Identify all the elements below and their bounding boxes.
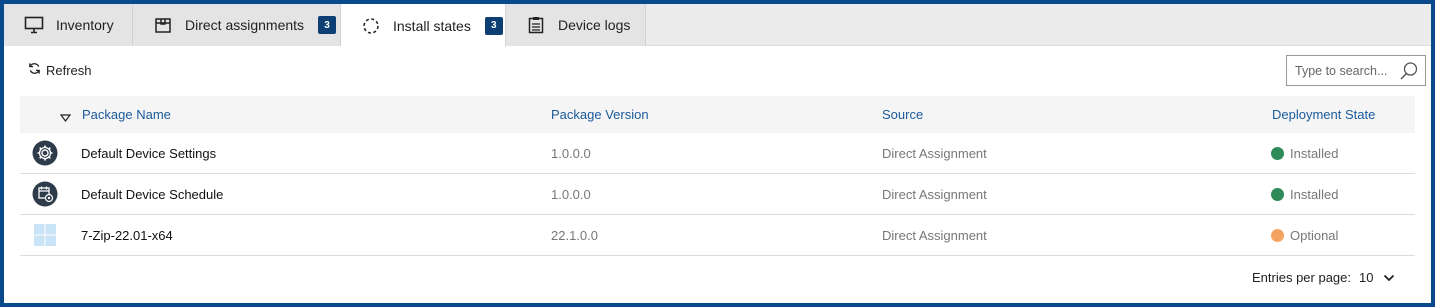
table-header: Package Name Package Version Source Depl… (20, 96, 1415, 134)
refresh-icon (28, 62, 41, 78)
package-name: 7-Zip-22.01-x64 (81, 228, 173, 243)
sort-descending-icon[interactable] (59, 110, 72, 125)
table-row[interactable]: Default Device Schedule 1.0.0.0 Direct A… (20, 174, 1415, 215)
tab-direct-assignments[interactable]: Direct assignments 3 (133, 4, 341, 46)
search-box[interactable] (1286, 55, 1426, 86)
status-dot-icon (1271, 147, 1284, 160)
package-box-icon (153, 15, 173, 35)
deployment-state: Installed (1271, 174, 1338, 215)
clipboard-list-icon (526, 15, 546, 35)
gear-icon (32, 140, 58, 166)
tab-install-states[interactable]: Install states 3 (341, 4, 506, 47)
tab-inventory[interactable]: Inventory (4, 4, 133, 46)
deployment-state-label: Installed (1290, 187, 1339, 202)
deployment-state: Installed (1271, 133, 1338, 174)
entries-per-page-select[interactable]: 10 (1359, 270, 1373, 285)
tab-device-logs[interactable]: Device logs (506, 4, 646, 46)
schedule-gear-icon (32, 181, 58, 207)
tab-bar: Inventory Direct assignments 3 Install s… (4, 4, 1431, 47)
package-name: Default Device Settings (81, 146, 217, 161)
loading-spinner-icon (361, 16, 381, 36)
package-version: 1.0.0.0 (551, 187, 591, 202)
status-dot-icon (1271, 229, 1284, 242)
monitor-icon (24, 15, 44, 35)
pagination: Entries per page: 10 (1252, 270, 1395, 285)
column-header-package-version[interactable]: Package Version (551, 96, 649, 134)
chevron-down-icon[interactable] (1383, 274, 1395, 282)
table-row[interactable]: 7-Zip-22.01-x64 22.1.0.0 Direct Assignme… (20, 215, 1415, 256)
tab-label: Install states (393, 17, 471, 34)
status-dot-icon (1271, 188, 1284, 201)
entries-per-page-label: Entries per page: (1252, 270, 1352, 285)
package-name: Default Device Schedule (81, 187, 224, 202)
column-header-source[interactable]: Source (882, 96, 923, 134)
package-version: 1.0.0.0 (551, 146, 591, 161)
table-row[interactable]: Default Device Settings 1.0.0.0 Direct A… (20, 133, 1415, 174)
count-badge: 3 (318, 16, 337, 34)
search-icon[interactable] (1399, 61, 1419, 84)
deployment-state-label: Installed (1290, 146, 1339, 161)
windows-logo-icon (32, 222, 58, 248)
search-input[interactable] (1295, 63, 1405, 78)
tab-label: Device logs (558, 17, 631, 33)
column-header-package-name[interactable]: Package Name (82, 96, 171, 134)
tab-label: Inventory (56, 17, 114, 33)
deployment-state-label: Optional (1290, 228, 1339, 243)
app-frame: Inventory Direct assignments 3 Install s… (0, 0, 1435, 307)
tab-label: Direct assignments (185, 17, 305, 33)
column-header-deployment-state[interactable]: Deployment State (1272, 96, 1375, 134)
refresh-button[interactable]: Refresh (28, 62, 92, 78)
package-version: 22.1.0.0 (551, 228, 598, 243)
count-badge: 3 (484, 16, 503, 35)
package-source: Direct Assignment (882, 187, 987, 202)
refresh-label: Refresh (46, 62, 92, 78)
package-source: Direct Assignment (882, 228, 987, 243)
package-source: Direct Assignment (882, 146, 987, 161)
deployment-state: Optional (1271, 215, 1338, 256)
